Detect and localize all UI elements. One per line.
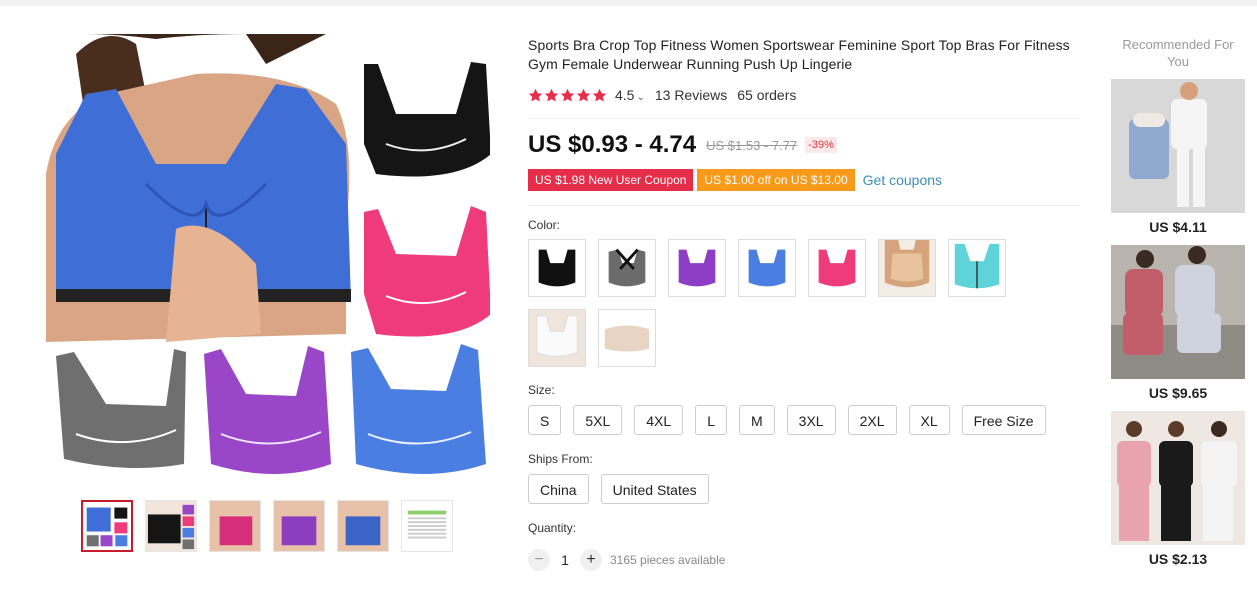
size-option-l[interactable]: L xyxy=(695,405,727,435)
star-icon xyxy=(528,88,543,101)
rating-row: 4.5 ⌄ 13 Reviews 65 orders xyxy=(528,86,1080,104)
recommended-item-price: US $9.65 xyxy=(1148,385,1208,401)
recommended-item-price: US $4.11 xyxy=(1149,219,1207,235)
star-rating xyxy=(528,88,607,103)
recommended-item[interactable]: US $4.11 xyxy=(1111,79,1245,235)
quantity-increase-button[interactable]: + xyxy=(580,549,602,571)
color-swatch-grey-black[interactable] xyxy=(598,239,656,297)
recommended-item-image[interactable] xyxy=(1111,245,1245,379)
original-price: US $1.53 - 7.77 xyxy=(706,137,798,153)
color-swatch-aqua[interactable] xyxy=(948,239,1006,297)
color-label: Color: xyxy=(528,218,561,232)
discount-badge: -39% xyxy=(805,137,837,153)
size-option-2xl[interactable]: 2XL xyxy=(847,405,897,435)
quantity-decrease-button[interactable]: − xyxy=(528,549,550,571)
product-title: Sports Bra Crop Top Fitness Women Sports… xyxy=(528,37,1070,72)
star-icon xyxy=(544,88,559,101)
star-icon xyxy=(576,88,591,101)
divider xyxy=(528,118,1080,119)
size-option-xl[interactable]: XL xyxy=(908,405,950,435)
color-swatch-nude-bandeau[interactable] xyxy=(598,309,656,367)
main-product-image[interactable] xyxy=(46,34,490,478)
coupon-row: US $1.98 New User Coupon US $1.00 off on… xyxy=(528,169,1080,191)
thumbnail-2[interactable] xyxy=(145,500,197,552)
top-bar xyxy=(0,0,1257,6)
new-user-coupon[interactable]: US $1.98 New User Coupon xyxy=(528,169,694,191)
recommended-item[interactable]: US $2.13 xyxy=(1111,411,1245,567)
thumbnail-strip xyxy=(81,500,453,552)
price-row: US $0.93 - 4.74 US $1.53 - 7.77 -39% xyxy=(528,129,1080,161)
thumbnail-4[interactable] xyxy=(273,500,325,552)
orders-count: 65 orders xyxy=(737,87,797,103)
store-coupon[interactable]: US $1.00 off on US $13.00 xyxy=(697,169,855,191)
recommended-title: Recommended For You xyxy=(1122,37,1234,69)
color-swatch-pink[interactable] xyxy=(808,239,866,297)
ships-from-china[interactable]: China xyxy=(528,474,589,504)
recommended-item-price: US $2.13 xyxy=(1148,551,1208,567)
reviews-link[interactable]: 13 Reviews xyxy=(655,87,727,103)
color-swatch-purple[interactable] xyxy=(668,239,726,297)
color-swatch-beige[interactable] xyxy=(878,239,936,297)
star-icon xyxy=(592,88,607,101)
thumbnail-1[interactable] xyxy=(81,500,133,552)
size-option-3xl[interactable]: 3XL xyxy=(786,405,836,435)
ships-from-options: China United States xyxy=(528,474,1080,504)
thumbnail-3[interactable] xyxy=(209,500,261,552)
size-option-5xl[interactable]: 5XL xyxy=(573,405,623,435)
color-swatch-blue[interactable] xyxy=(738,239,796,297)
ships-from-label: Ships From: xyxy=(528,452,593,466)
size-option-free-size[interactable]: Free Size xyxy=(961,405,1046,435)
color-swatches xyxy=(528,239,1028,379)
star-icon xyxy=(560,88,575,101)
thumbnail-5[interactable] xyxy=(337,500,389,552)
current-price: US $0.93 - 4.74 xyxy=(528,131,697,158)
quantity-input[interactable]: 1 xyxy=(550,552,580,568)
size-option-m[interactable]: M xyxy=(738,405,775,435)
size-options: S 5XL 4XL L M 3XL 2XL XL Free Size xyxy=(528,405,1080,435)
rating-value[interactable]: 4.5 ⌄ xyxy=(615,87,645,103)
size-option-4xl[interactable]: 4XL xyxy=(634,405,684,435)
quantity-label: Quantity: xyxy=(528,521,577,535)
divider xyxy=(528,205,1080,206)
recommended-panel: Recommended For You US $4.11 US $9.65 US… xyxy=(1111,36,1245,567)
ships-from-united-states[interactable]: United States xyxy=(600,474,709,504)
color-swatch-black[interactable] xyxy=(528,239,586,297)
get-coupons-link[interactable]: Get coupons xyxy=(863,172,942,188)
size-label: Size: xyxy=(528,383,555,397)
product-info: Sports Bra Crop Top Fitness Women Sports… xyxy=(528,36,1080,571)
chevron-down-icon: ⌄ xyxy=(636,92,645,103)
recommended-item[interactable]: US $9.65 xyxy=(1111,245,1245,401)
recommended-item-image[interactable] xyxy=(1111,411,1245,545)
rating-number: 4.5 xyxy=(615,87,635,103)
quantity-stepper: − 1 + 3165 pieces available xyxy=(528,549,1080,571)
color-swatch-white[interactable] xyxy=(528,309,586,367)
thumbnail-6-size-chart[interactable] xyxy=(401,500,453,552)
recommended-item-image[interactable] xyxy=(1111,79,1245,213)
size-option-s[interactable]: S xyxy=(528,405,562,435)
stock-available: 3165 pieces available xyxy=(610,553,726,567)
